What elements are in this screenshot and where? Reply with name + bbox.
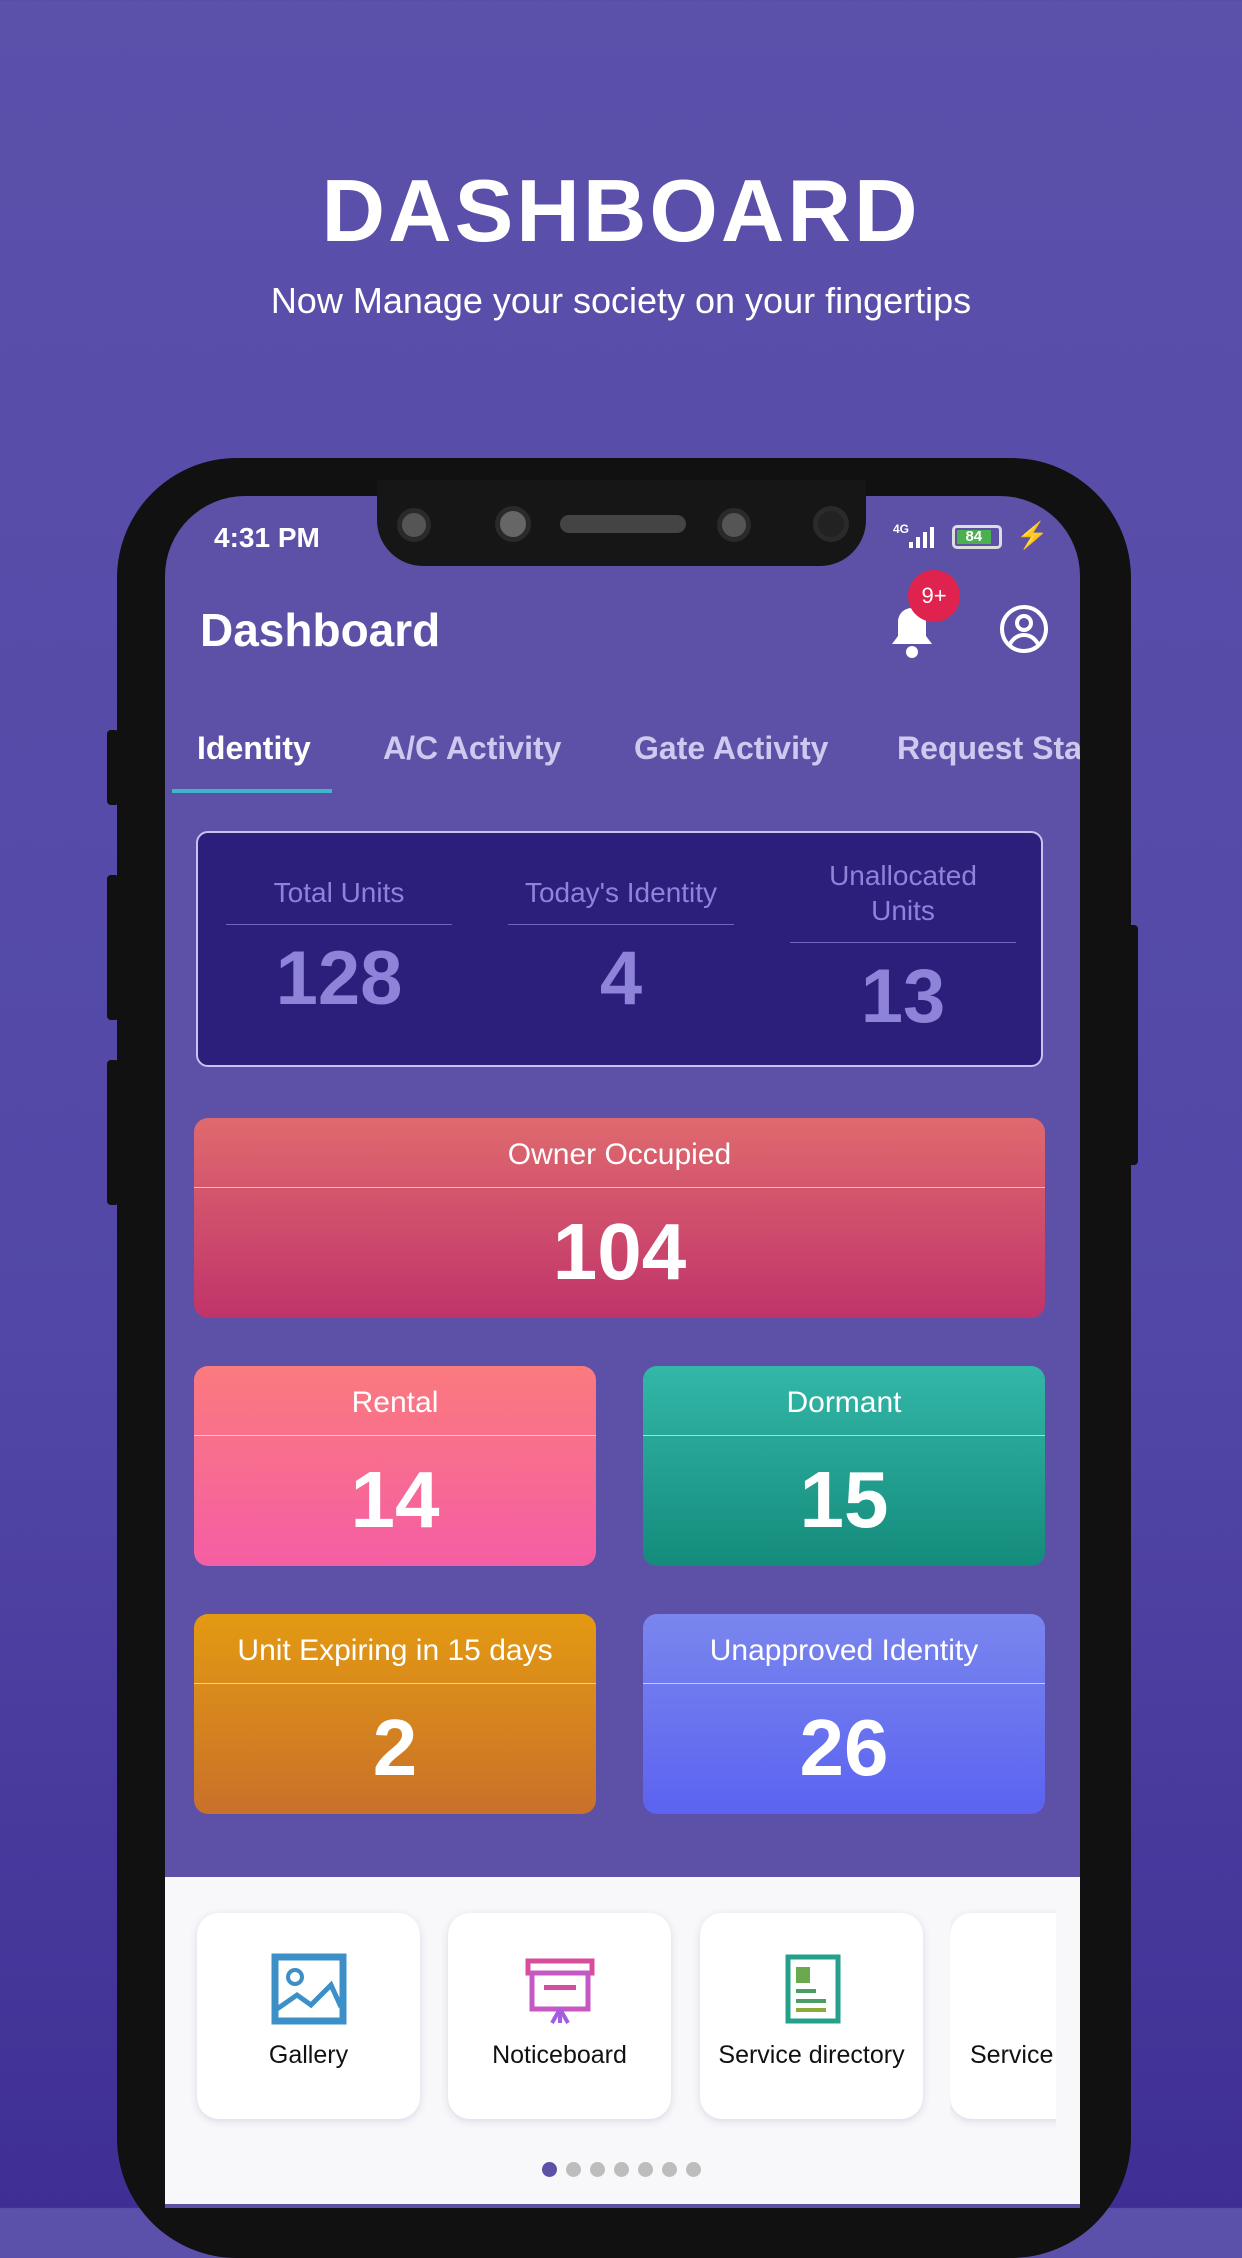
pager-dot-active[interactable]	[542, 2162, 557, 2177]
promo-title: DASHBOARD	[321, 161, 921, 260]
tab-identity[interactable]: Identity	[197, 730, 311, 767]
pager-dot[interactable]	[638, 2162, 653, 2177]
battery-level: 84	[957, 529, 991, 544]
gallery-icon	[271, 1953, 347, 2025]
bottom-edge	[165, 2204, 1080, 2208]
notification-badge: 9+	[908, 570, 960, 622]
page-title: Dashboard	[200, 604, 441, 656]
battery-icon: 84	[952, 525, 1002, 549]
stat-todays-identity[interactable]: Today's Identity 4	[508, 833, 734, 1065]
card-unit-expiring[interactable]: Unit Expiring in 15 days 2	[194, 1614, 596, 1814]
pager-dot[interactable]	[590, 2162, 605, 2177]
tab-request-status[interactable]: Request Stat	[897, 730, 1080, 767]
phone-notch	[377, 480, 866, 566]
charging-icon: ⚡	[1016, 520, 1049, 550]
stat-total-units[interactable]: Total Units 128	[226, 833, 452, 1065]
shortcut-noticeboard[interactable]: Noticeboard	[448, 1913, 671, 2119]
phone-volume-down	[107, 1060, 119, 1205]
shortcut-service-directory[interactable]: Service directory	[700, 1913, 923, 2119]
tab-indicator	[172, 789, 332, 793]
promo-subtitle: Now Manage your society on your fingerti…	[270, 280, 972, 321]
pager-dot[interactable]	[686, 2162, 701, 2177]
pager-dot[interactable]	[614, 2162, 629, 2177]
service-home-icon	[1024, 1953, 1056, 2025]
card-rental[interactable]: Rental 14	[194, 1366, 596, 1566]
pager-dot[interactable]	[566, 2162, 581, 2177]
phone-volume-up	[107, 875, 119, 1020]
phone-power-button	[1126, 925, 1138, 1165]
shortcut-gallery[interactable]: Gallery	[197, 1913, 420, 2119]
tab-gate-activity[interactable]: Gate Activity	[634, 730, 828, 767]
service-directory-icon	[785, 1954, 841, 2024]
status-time: 4:31 PM	[214, 522, 320, 553]
noticeboard-icon	[525, 1958, 595, 2024]
card-dormant[interactable]: Dormant 15	[643, 1366, 1045, 1566]
card-unapproved-identity[interactable]: Unapproved Identity 26	[643, 1614, 1045, 1814]
pager-dot[interactable]	[662, 2162, 677, 2177]
summary-panel: Total Units 128 Today's Identity 4 Unalloc…	[196, 831, 1043, 1067]
phone-side-button	[107, 730, 119, 805]
stat-unallocated-units[interactable]: Unallocated Units 13	[790, 833, 1016, 1065]
profile-icon[interactable]	[999, 604, 1049, 654]
tab-ac-activity[interactable]: A/C Activity	[383, 730, 561, 767]
shortcut-service[interactable]: Service	[950, 1913, 1056, 2119]
card-owner-occupied[interactable]: Owner Occupied 104	[194, 1118, 1045, 1318]
signal-icon	[909, 527, 934, 548]
